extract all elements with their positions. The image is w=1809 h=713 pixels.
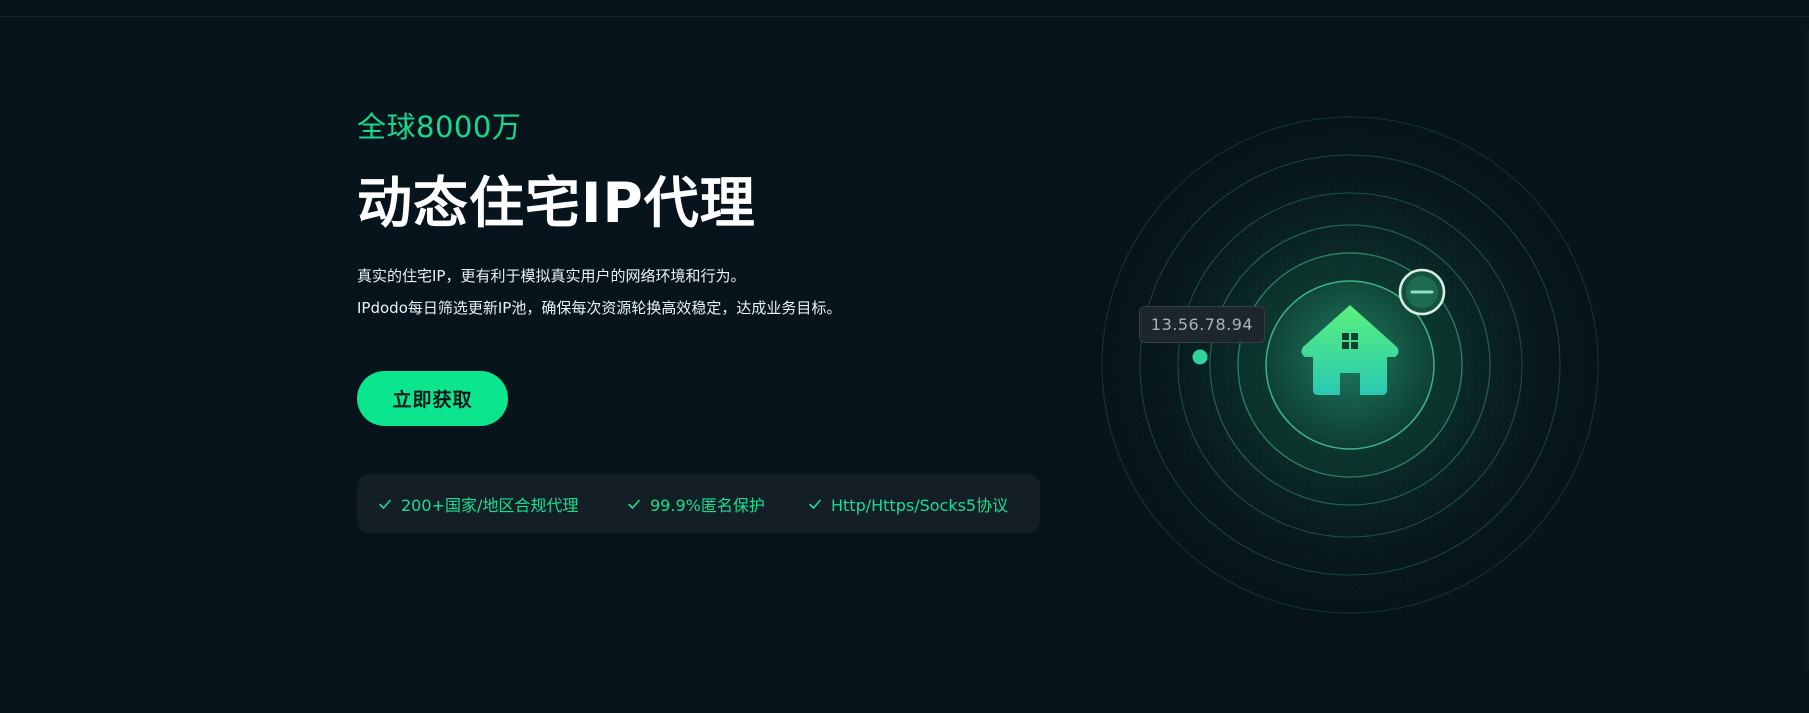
feature-label: 200+国家/地区合规代理	[401, 495, 579, 515]
feature-item-compliance: 200+国家/地区合规代理	[378, 474, 578, 533]
ip-address-tag: 13.56.78.94	[1139, 306, 1265, 343]
check-icon	[379, 499, 391, 509]
radar-graphic	[1070, 95, 1630, 655]
location-dot	[1192, 349, 1208, 365]
check-icon	[628, 499, 640, 509]
feature-item-anonymity: 99.9%匿名保护	[627, 474, 765, 533]
right-edge-shadow	[1799, 30, 1809, 670]
get-now-button[interactable]: 立即获取	[357, 371, 508, 426]
hero-section: 全球8000万 动态住宅IP代理 真实的住宅IP，更有利于模拟真实用户的网络环境…	[0, 0, 1809, 713]
feature-label: Http/Https/Socks5协议	[831, 495, 1009, 515]
hero-title: 动态住宅IP代理	[357, 171, 756, 235]
hero-description-line-1: 真实的住宅IP，更有利于模拟真实用户的网络环境和行为。	[357, 267, 746, 285]
header-divider	[0, 16, 1809, 17]
feature-bar: 200+国家/地区合规代理 99.9%匿名保护 Http/Https/Socks…	[357, 474, 1040, 533]
feature-label: 99.9%匿名保护	[650, 495, 765, 515]
feature-item-protocols: Http/Https/Socks5协议	[808, 474, 1008, 533]
hero-description-line-2: IPdodo每日筛选更新IP池，确保每次资源轮换高效稳定，达成业务目标。	[357, 299, 842, 317]
hero-subtitle: 全球8000万	[357, 110, 522, 144]
check-icon	[809, 499, 821, 509]
minus-icon	[1398, 268, 1446, 316]
